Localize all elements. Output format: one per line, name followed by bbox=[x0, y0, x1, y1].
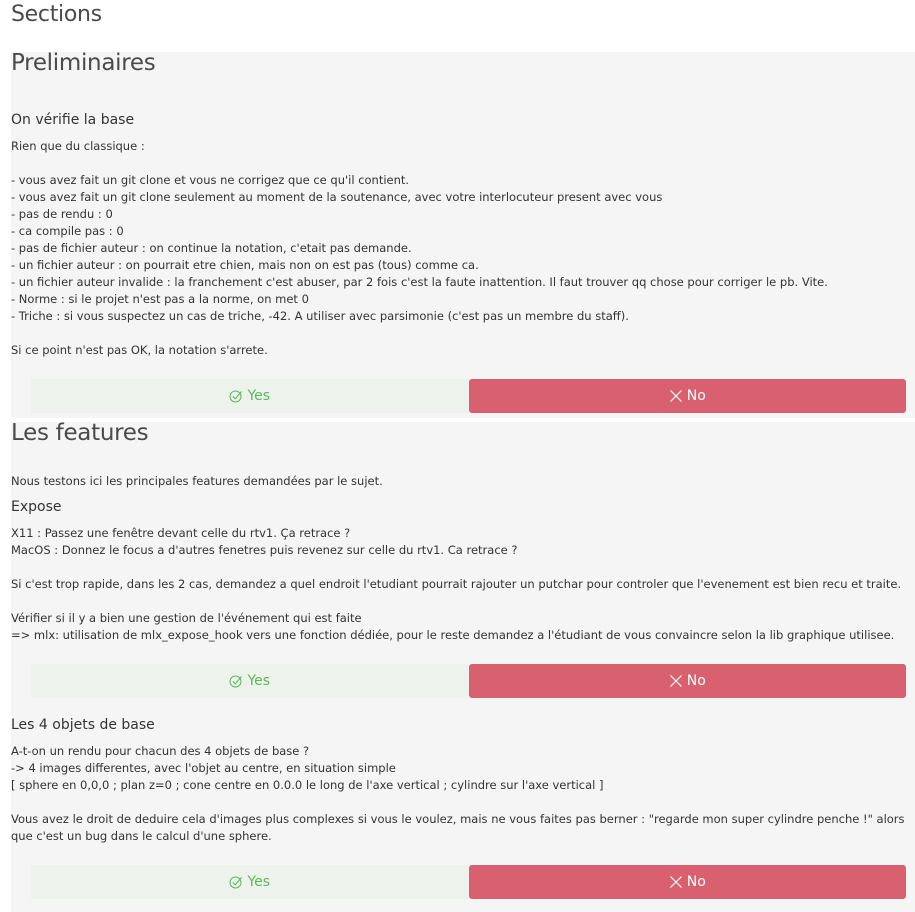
question-description-base: Rien que du classique : - vous avez fait… bbox=[11, 139, 828, 357]
check-circle-icon bbox=[229, 674, 243, 688]
question-description-objets: A-t-on un rendu pour chacun des 4 objets… bbox=[11, 744, 905, 843]
no-button-label: No bbox=[686, 673, 706, 689]
check-circle-icon bbox=[229, 389, 243, 403]
close-icon bbox=[669, 674, 683, 688]
close-icon bbox=[669, 389, 683, 403]
yes-button[interactable]: Yes bbox=[31, 664, 469, 698]
section-title-features: Les features bbox=[11, 420, 149, 446]
no-button[interactable]: No bbox=[468, 865, 906, 899]
section-preliminaires: Preliminaires On vérifie la base Rien qu… bbox=[11, 50, 915, 418]
yes-button-label: Yes bbox=[247, 388, 271, 404]
check-circle-icon bbox=[229, 875, 243, 889]
section-title-preliminaires: Preliminaires bbox=[11, 50, 156, 76]
answer-row-expose: Yes No bbox=[31, 664, 906, 698]
question-title-base: On vérifie la base bbox=[11, 112, 135, 128]
close-icon bbox=[669, 875, 683, 889]
page: Sections Preliminaires On vérifie la bas… bbox=[0, 0, 915, 912]
no-button[interactable]: No bbox=[468, 664, 906, 698]
question-title-expose: Expose bbox=[11, 499, 62, 515]
yes-button[interactable]: Yes bbox=[31, 379, 469, 413]
section-intro-features: Nous testons ici les principales feature… bbox=[11, 474, 383, 488]
page-title: Sections bbox=[11, 2, 102, 27]
no-button-label: No bbox=[686, 388, 706, 404]
question-description-expose: X11 : Passez une fenêtre devant celle du… bbox=[11, 526, 902, 642]
answer-row-base: Yes No bbox=[31, 379, 906, 413]
yes-button[interactable]: Yes bbox=[31, 865, 469, 899]
yes-button-label: Yes bbox=[247, 874, 271, 890]
no-button[interactable]: No bbox=[468, 379, 906, 413]
no-button-label: No bbox=[686, 874, 706, 890]
yes-button-label: Yes bbox=[247, 673, 271, 689]
question-title-objets: Les 4 objets de base bbox=[11, 717, 155, 733]
answer-row-objets: Yes No bbox=[31, 865, 906, 899]
section-features: Les features Nous testons ici les princi… bbox=[11, 420, 915, 912]
